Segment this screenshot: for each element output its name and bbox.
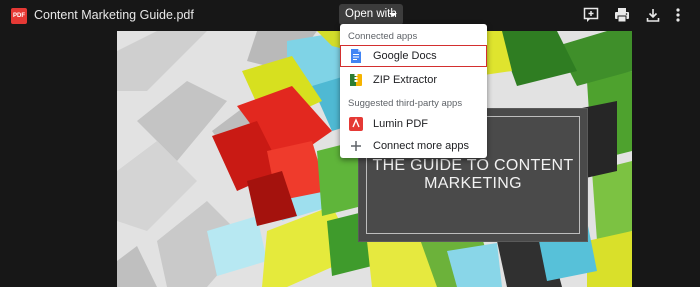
suggested-apps-header: Suggested third-party apps — [348, 98, 463, 109]
menu-item-zip-extractor[interactable]: ZIP Extractor — [340, 69, 487, 91]
more-options-icon[interactable] — [674, 7, 682, 23]
print-icon[interactable] — [614, 7, 630, 23]
file-title: Content Marketing Guide.pdf — [34, 8, 194, 22]
cover-title: THE GUIDE TO CONTENT MARKETING — [372, 157, 574, 192]
pdf-file-icon: PDF — [11, 8, 27, 24]
add-comment-icon[interactable] — [583, 7, 599, 23]
menu-item-label: ZIP Extractor — [373, 74, 437, 86]
menu-item-label: Google Docs — [373, 50, 437, 62]
open-with-button[interactable]: Open with — [339, 4, 403, 25]
menu-item-label: Connect more apps — [373, 140, 469, 152]
menu-item-lumin-pdf[interactable]: Lumin PDF — [340, 113, 487, 135]
zip-extractor-icon — [349, 73, 363, 87]
menu-item-connect-more-apps[interactable]: Connect more apps — [340, 135, 487, 157]
chevron-down-icon — [389, 13, 397, 17]
lumin-pdf-icon — [349, 117, 363, 131]
plus-icon — [349, 139, 363, 153]
connected-apps-header: Connected apps — [348, 31, 418, 42]
google-docs-icon — [349, 49, 363, 63]
open-with-menu: Connected apps Google Docs ZIP Extractor — [340, 24, 487, 158]
download-icon[interactable] — [645, 7, 661, 23]
menu-item-google-docs[interactable]: Google Docs — [340, 45, 487, 67]
menu-item-label: Lumin PDF — [373, 118, 429, 130]
